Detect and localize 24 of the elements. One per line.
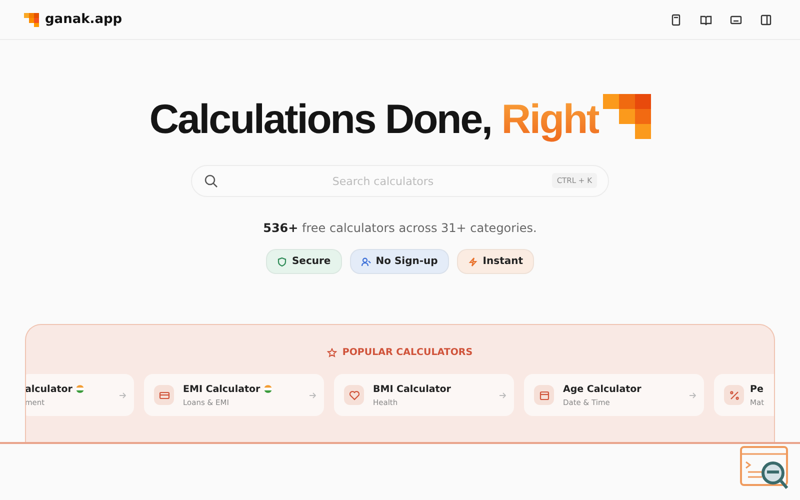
logo-icon [24, 12, 40, 26]
feature-badge: No Sign-up [350, 249, 449, 274]
code-search-icon[interactable] [740, 446, 790, 490]
hero-title: Calculations Done, [149, 96, 492, 142]
arrow-icon [119, 392, 126, 398]
card-title: EMI Calculator [183, 384, 260, 394]
search-icon [204, 174, 218, 188]
arrow-icon [309, 392, 316, 398]
summary-text: 536+ free calculators across 31+ categories. [263, 221, 537, 235]
star-icon [327, 348, 338, 358]
card-icon [154, 385, 174, 405]
card-title: Age Calculator [563, 384, 642, 394]
blocks-logo-icon [602, 94, 651, 138]
card-title: Pe [750, 384, 764, 394]
card-title: BMI Calculator [373, 384, 451, 394]
brand-name[interactable]: ganak.app [45, 12, 122, 27]
feature-badge: Secure [266, 249, 342, 274]
section-title: POPULAR CALCULATORS [342, 347, 473, 358]
arrow-icon [689, 392, 696, 398]
feature-badge: Instant [456, 249, 534, 274]
percent-icon [724, 385, 744, 405]
calendar-icon [534, 385, 554, 405]
arrow-icon [499, 392, 506, 398]
heart-icon [344, 385, 364, 405]
